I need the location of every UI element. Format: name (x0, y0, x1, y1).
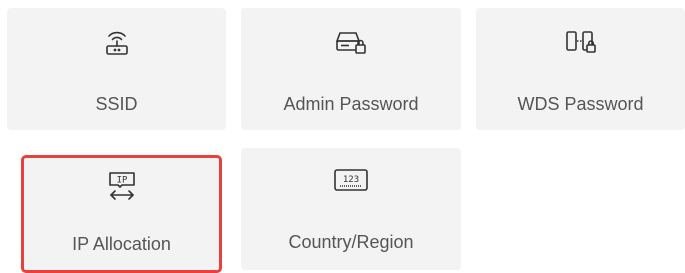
ssid-label: SSID (95, 94, 138, 114)
bridge-lock-icon (565, 31, 596, 53)
device-lock-icon (335, 32, 366, 54)
country-region-label: Country/Region (288, 232, 414, 252)
admin-password-tile[interactable]: Admin Password (241, 8, 461, 130)
wds-password-label: WDS Password (517, 94, 644, 114)
wds-password-tile[interactable]: WDS Password (476, 8, 685, 130)
ip-allocation-label: IP Allocation (72, 234, 171, 254)
country-region-tile[interactable]: 123 Country/Region (241, 148, 461, 270)
svg-text:123: 123 (343, 175, 359, 185)
svg-text:IP: IP (116, 176, 127, 186)
router-wifi-icon (105, 31, 128, 55)
ssid-tile[interactable]: SSID (7, 8, 226, 130)
region-code-icon: 123 (334, 169, 368, 191)
admin-password-label: Admin Password (283, 94, 419, 114)
ip-allocation-tile[interactable]: IP IP Allocation (21, 155, 222, 273)
ip-exchange-icon: IP (108, 172, 135, 200)
